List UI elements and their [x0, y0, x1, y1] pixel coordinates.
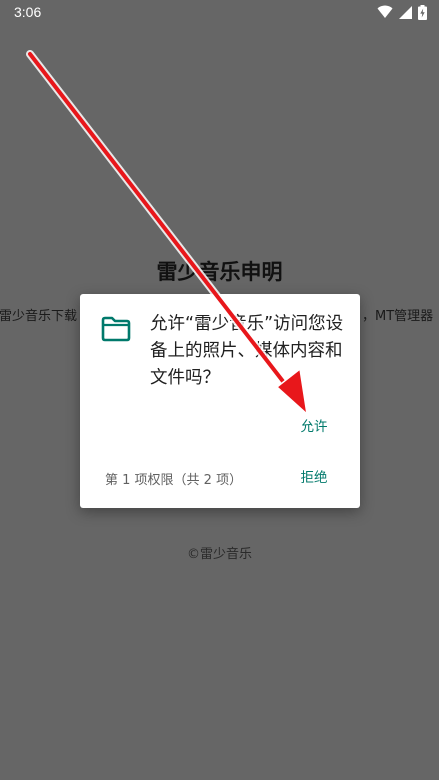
page-body-text-right: ，MT管理器 [362, 309, 434, 324]
status-icons [377, 4, 427, 20]
permission-count: 第 1 项权限（共 2 项） [105, 473, 243, 488]
page-body-text-left: 雷少音乐下载 [0, 309, 78, 324]
page-title: 雷少音乐申明 [156, 260, 283, 284]
allow-button[interactable]: 允许 [286, 414, 342, 440]
status-time: 3:06 [14, 4, 42, 20]
dialog-message: 允许“雷少音乐”访问您设备上的照片、媒体内容和文件吗？ [150, 314, 344, 388]
page-footer: ©雷少音乐 [186, 547, 252, 562]
deny-button[interactable]: 拒绝 [286, 465, 342, 491]
status-bar: 3:06 [0, 0, 439, 26]
wifi-icon [377, 5, 393, 18]
screen: 3:06 雷少音乐申明 雷少音乐下载 ，MT管理器 ©雷少音乐 允许“雷少音乐”… [0, 0, 439, 780]
battery-charging-icon [418, 4, 427, 20]
permission-dialog: 允许“雷少音乐”访问您设备上的照片、媒体内容和文件吗？ 允许 第 1 项权限（共… [80, 294, 360, 508]
signal-icon [399, 5, 412, 19]
folder-icon [101, 316, 131, 342]
